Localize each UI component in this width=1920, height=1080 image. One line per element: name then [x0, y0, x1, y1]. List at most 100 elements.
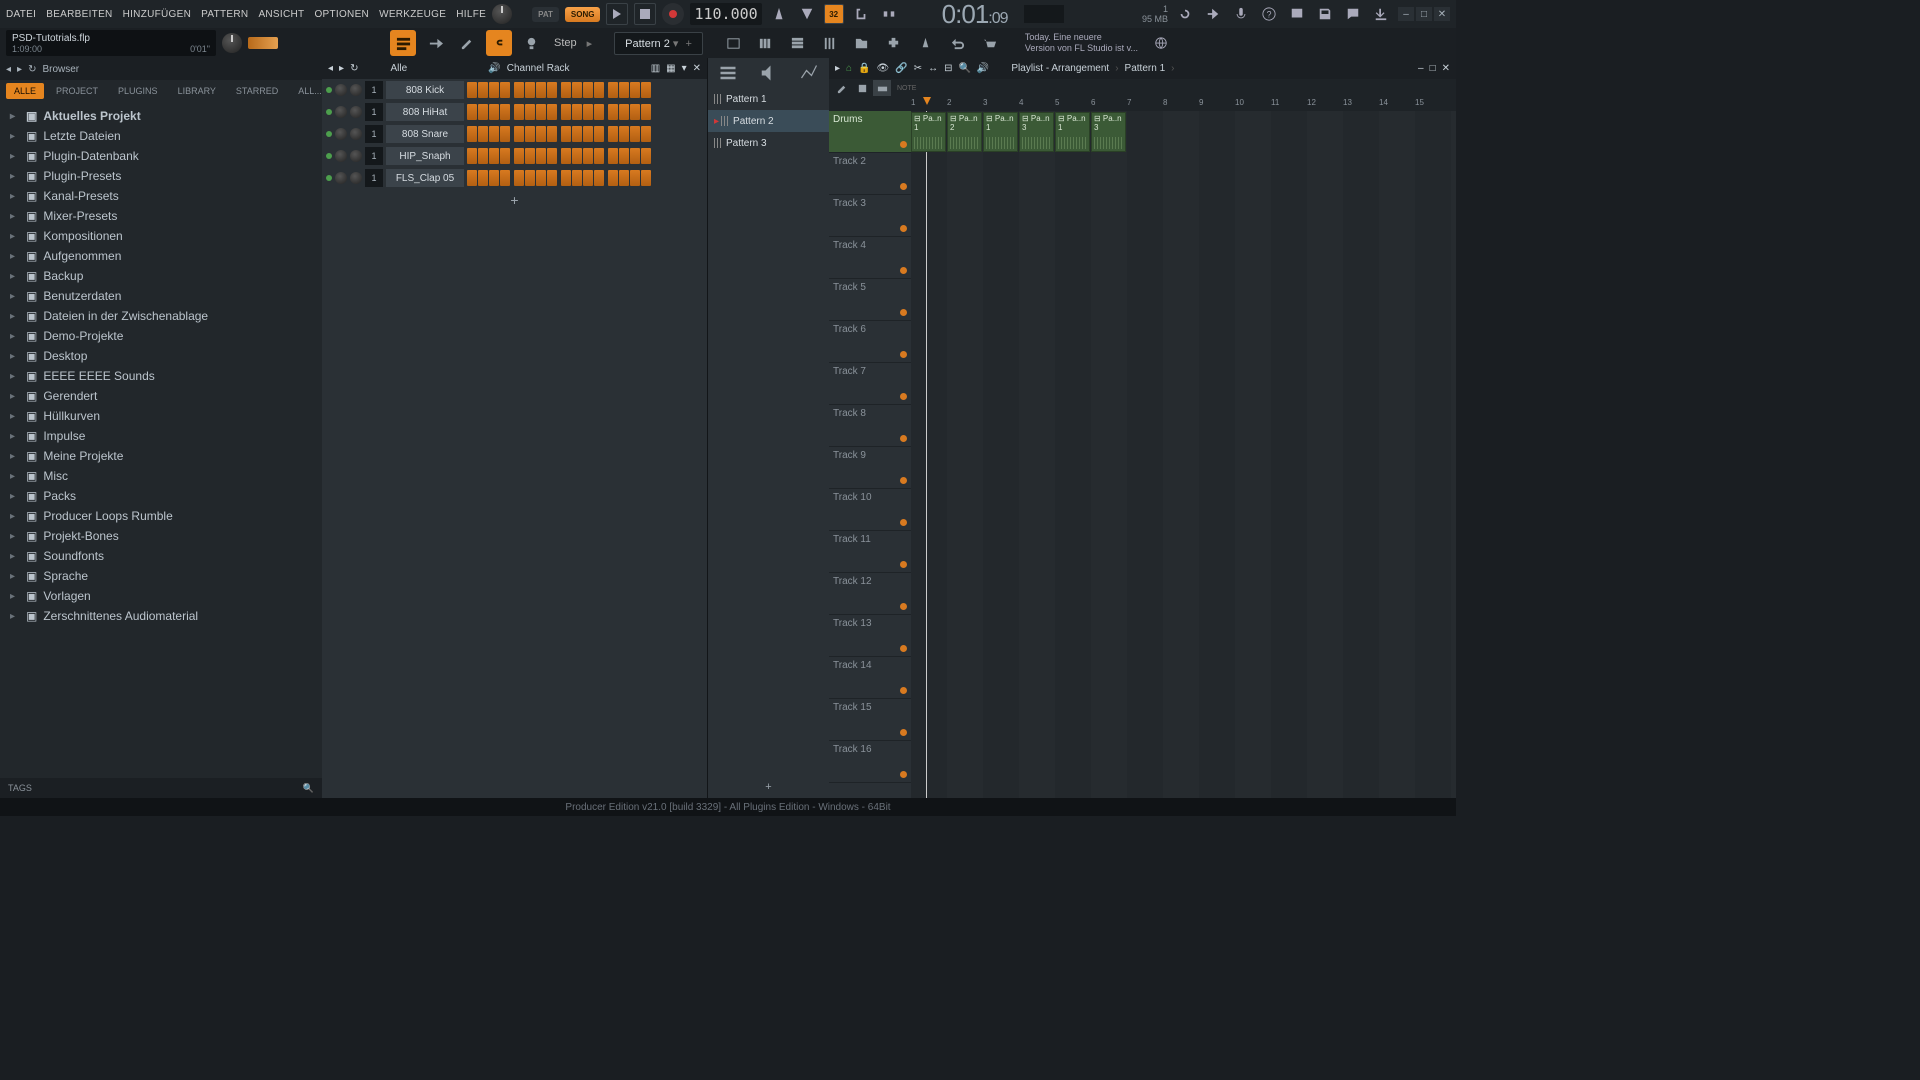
pattern-clip[interactable]: ⊟ Pa..n 2 [947, 112, 982, 152]
zoom-in-icon[interactable]: 🔍 [958, 63, 970, 74]
track-header[interactable]: Track 13 [829, 615, 911, 657]
menu-hinzufügen[interactable]: HINZUFÜGEN [123, 9, 192, 20]
tree-item[interactable]: ▸▣Demo-Projekte [0, 326, 322, 346]
menu-werkzeuge[interactable]: WERKZEUGE [379, 9, 446, 20]
step-button[interactable] [500, 82, 510, 98]
minimize-button[interactable]: – [1398, 7, 1414, 21]
channel-enable-led[interactable] [326, 87, 332, 93]
track-led[interactable] [900, 645, 907, 652]
menu-ansicht[interactable]: ANSICHT [258, 9, 304, 20]
track-header[interactable]: Track 5 [829, 279, 911, 321]
step-button[interactable] [583, 104, 593, 120]
pat-mode-button[interactable]: PAT [532, 7, 559, 22]
snap-step-label[interactable]: Step [554, 37, 577, 49]
draw-tool-icon[interactable] [833, 80, 851, 96]
play-button[interactable] [606, 3, 628, 25]
tree-item[interactable]: ▸▣Soundfonts [0, 546, 322, 566]
view-playlist-button[interactable] [721, 30, 747, 56]
track-led[interactable] [900, 393, 907, 400]
track-header[interactable]: Track 12 [829, 573, 911, 615]
step-button[interactable] [561, 126, 571, 142]
step-button[interactable] [619, 148, 629, 164]
arrows-icon[interactable]: ↔ [928, 63, 938, 74]
step-button[interactable] [547, 148, 557, 164]
expand-icon[interactable]: ▸ [17, 64, 22, 75]
playlist-view-button[interactable] [390, 30, 416, 56]
overdub-icon[interactable] [878, 3, 900, 25]
step-button[interactable] [525, 170, 535, 186]
step-button[interactable] [594, 126, 604, 142]
rack-menu-icon[interactable]: ◂ [328, 63, 333, 74]
search-icon[interactable]: 🔍 [303, 783, 314, 794]
view-browser-button[interactable] [849, 30, 875, 56]
step-button[interactable] [500, 126, 510, 142]
tree-item[interactable]: ▸▣Meine Projekte [0, 446, 322, 466]
step-button[interactable] [478, 82, 488, 98]
shop-icon[interactable] [977, 30, 1003, 56]
pattern-selector[interactable]: Pattern 2 ▾ + [614, 32, 703, 55]
zoom-out-icon[interactable]: ⊟ [944, 63, 952, 74]
close-button[interactable]: ✕ [1434, 7, 1450, 21]
edit-icon[interactable] [454, 30, 480, 56]
step-button[interactable] [525, 104, 535, 120]
step-button[interactable] [561, 148, 571, 164]
step-button[interactable] [641, 170, 651, 186]
step-button[interactable] [608, 82, 618, 98]
plist-close-button[interactable]: ✕ [1442, 63, 1450, 74]
step-button[interactable] [467, 126, 477, 142]
tree-item[interactable]: ▸▣Projekt-Bones [0, 526, 322, 546]
step-button[interactable] [583, 148, 593, 164]
browser-tree[interactable]: ▸▣Aktuelles Projekt▸▣Letzte Dateien▸▣Plu… [0, 102, 322, 778]
track-led[interactable] [900, 729, 907, 736]
render-icon[interactable] [1286, 3, 1308, 25]
tree-item[interactable]: ▸▣Hüllkurven [0, 406, 322, 426]
track-led[interactable] [900, 309, 907, 316]
time-display[interactable]: 0:01:09 [942, 0, 1008, 30]
track-header[interactable]: Track 16 [829, 741, 911, 783]
channel-vol-knob[interactable] [350, 128, 362, 140]
step-button[interactable] [572, 170, 582, 186]
channel-rack-header[interactable]: ◂ ▸ ↻ Alle 🔊 Channel Rack ▥ ▦ ▾ ✕ [322, 58, 707, 79]
step-button[interactable] [514, 170, 524, 186]
step-button[interactable] [536, 126, 546, 142]
tree-item[interactable]: ▸▣Benutzerdaten [0, 286, 322, 306]
step-button[interactable] [583, 170, 593, 186]
news-panel[interactable]: Today. Eine neuereVersion von FL Studio … [1025, 32, 1138, 54]
snap-32-button[interactable]: 32 [824, 4, 844, 24]
refresh-icon[interactable]: ↻ [28, 64, 36, 75]
step-button[interactable] [619, 126, 629, 142]
track-led[interactable] [900, 687, 907, 694]
step-button[interactable] [525, 82, 535, 98]
link-icon[interactable] [486, 30, 512, 56]
track-led[interactable] [900, 141, 907, 148]
paint-tool-icon[interactable] [853, 80, 871, 96]
step-view-icon[interactable]: ▦ [666, 63, 675, 74]
song-mode-button[interactable]: SONG [565, 7, 601, 22]
rack-loop-icon[interactable]: ↻ [350, 63, 358, 74]
loop-icon[interactable] [850, 3, 872, 25]
tree-item[interactable]: ▸▣Mixer-Presets [0, 206, 322, 226]
track-header[interactable]: Track 14 [829, 657, 911, 699]
channel-mixer-track[interactable]: 1 [365, 103, 383, 121]
picker-audio-icon[interactable] [758, 63, 778, 83]
channel-enable-led[interactable] [326, 109, 332, 115]
step-button[interactable] [561, 170, 571, 186]
step-button[interactable] [572, 148, 582, 164]
channel-vol-knob[interactable] [350, 84, 362, 96]
step-button[interactable] [467, 104, 477, 120]
step-button[interactable] [641, 104, 651, 120]
channel-pan-knob[interactable] [335, 84, 347, 96]
track-led[interactable] [900, 435, 907, 442]
track-headers[interactable]: DrumsTrack 2Track 3Track 4Track 5Track 6… [829, 111, 911, 798]
step-button[interactable] [547, 170, 557, 186]
track-header[interactable]: Track 8 [829, 405, 911, 447]
step-button[interactable] [536, 148, 546, 164]
lightbulb-icon[interactable] [518, 30, 544, 56]
rack-filter[interactable]: Alle [390, 63, 407, 74]
mic-icon[interactable] [1230, 3, 1252, 25]
step-button[interactable] [489, 82, 499, 98]
crop-icon[interactable]: ✂ [914, 63, 922, 74]
step-button[interactable] [547, 126, 557, 142]
track-led[interactable] [900, 351, 907, 358]
picker-list-icon[interactable] [718, 63, 738, 83]
